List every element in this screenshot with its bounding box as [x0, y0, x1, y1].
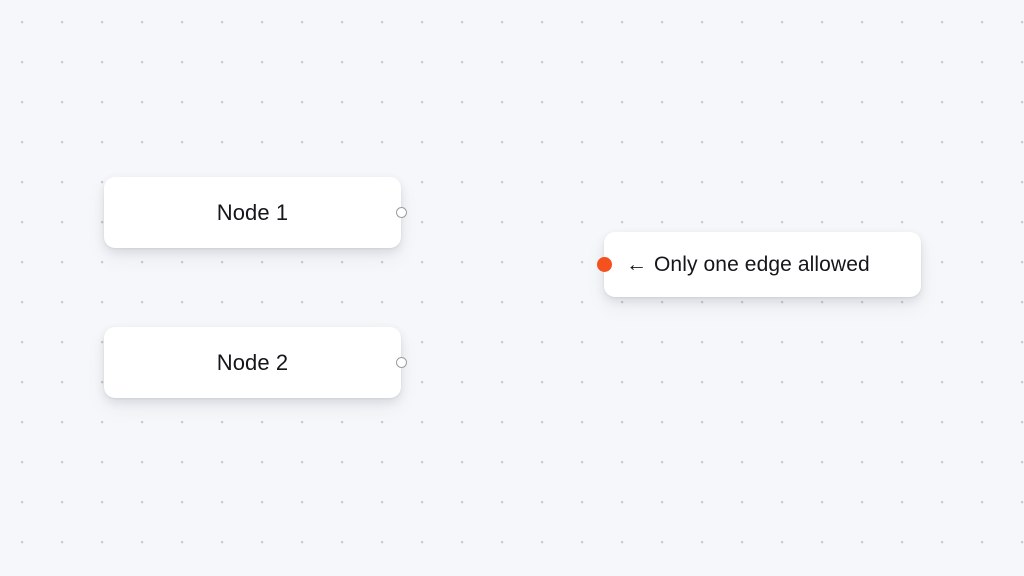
node-2-source-handle-icon[interactable]	[395, 357, 407, 368]
note-node-label: Only one edge allowed	[654, 253, 870, 276]
node-1[interactable]: Node 1	[104, 177, 407, 248]
node-1-label: Node 1	[216, 199, 289, 225]
node-2-label: Node 2	[216, 349, 289, 375]
node-2[interactable]: Node 2	[104, 327, 407, 398]
note-node-target-handle-icon[interactable]	[596, 257, 612, 272]
left-arrow-icon: ←	[626, 253, 647, 276]
node-1-source-handle-icon[interactable]	[395, 207, 407, 218]
flow-canvas[interactable]: Node 1 Node 2 ← Only one edge allowed	[0, 0, 1024, 576]
note-node[interactable]: ← Only one edge allowed	[596, 232, 921, 297]
